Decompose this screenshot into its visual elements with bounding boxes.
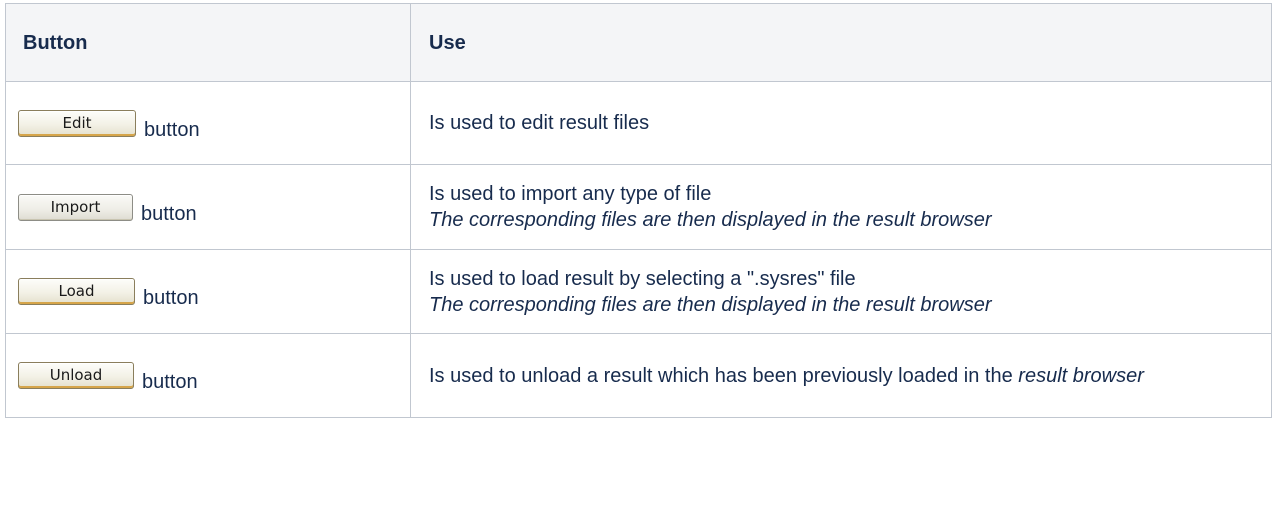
load-button-image: Load (18, 278, 135, 305)
use-note: The corresponding files are then display… (429, 209, 992, 231)
column-header-button: Button (5, 3, 411, 82)
button-word: button (143, 287, 199, 309)
button-word: button (142, 371, 198, 393)
edit-button-image: Edit (18, 109, 136, 137)
use-description: Is used to load result by selecting a ".… (429, 267, 856, 290)
use-cell: Is used to edit result files (410, 81, 1272, 165)
use-note: The corresponding files are then display… (429, 293, 992, 316)
use-description: Is used to import any type of file (429, 183, 712, 205)
use-emphasis: result browser (1018, 364, 1144, 387)
import-button-image: Import (18, 193, 133, 221)
use-cell: Is used to unload a result which has bee… (410, 333, 1272, 418)
column-header-use: Use (410, 3, 1272, 82)
button-cell: Load button (5, 249, 411, 334)
table-row: Load button Is used to load result by se… (5, 249, 1272, 334)
use-description: Is used to unload a result which has bee… (429, 364, 1019, 387)
button-word: button (141, 202, 197, 225)
button-use-table: Button Use Edit button Is used to edit r… (5, 3, 1272, 418)
table-row: Edit button Is used to edit result files (5, 81, 1272, 165)
button-cell: Edit button (5, 81, 411, 165)
table-row: Unload button Is used to unload a result… (5, 333, 1272, 418)
use-cell: Is used to load result by selecting a ".… (410, 249, 1272, 334)
document-body: Button Use Edit button Is used to edit r… (5, 3, 1272, 418)
table-row: Import button Is used to import any type… (5, 164, 1272, 250)
use-cell: Is used to import any type of file The c… (410, 164, 1272, 250)
use-description: Is used to edit result files (429, 112, 650, 134)
button-cell: Unload button (5, 333, 411, 418)
table-header-row: Button Use (5, 3, 1272, 82)
button-word: button (144, 118, 200, 141)
unload-button-image: Unload (18, 362, 134, 389)
button-cell: Import button (5, 164, 411, 250)
